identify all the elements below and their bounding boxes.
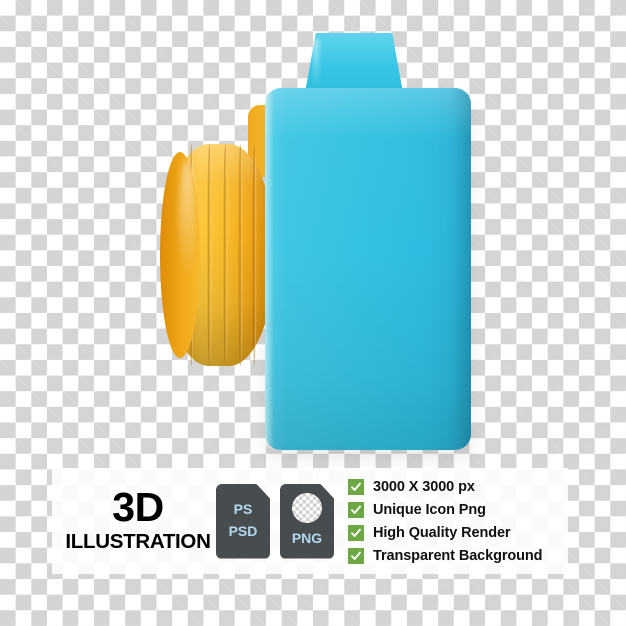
check-icon xyxy=(348,524,364,541)
png-icon-label: PNG xyxy=(291,529,323,546)
psd-file-icon: PS PSD xyxy=(216,483,270,559)
feature-label: 3000 X 3000 px xyxy=(373,478,475,495)
file-format-icons: PS PSD PNG xyxy=(216,483,334,559)
info-banner: 3D ILLUSTRATION PS PSD PNG 3000 X 3000 p… xyxy=(52,468,568,574)
camera-lens-barrel xyxy=(160,144,275,366)
feature-list: 3000 X 3000 px Unique Icon Png High Qual… xyxy=(348,476,543,566)
camera-body-shadow xyxy=(449,88,471,450)
camera-illustration xyxy=(0,0,626,470)
lens-highlight xyxy=(179,160,195,280)
feature-item: 3000 X 3000 px xyxy=(348,476,542,497)
feature-label: High Quality Render xyxy=(373,524,511,541)
lens-rib xyxy=(238,144,243,366)
feature-item: Transparent Background xyxy=(348,545,543,566)
png-file-icon: PNG xyxy=(280,483,334,559)
camera-viewfinder-hump xyxy=(305,33,403,93)
feature-label: Transparent Background xyxy=(373,547,543,564)
feature-label: Unique Icon Png xyxy=(373,501,486,518)
psd-icon-label-ps: PS xyxy=(233,501,253,518)
brand-block: 3D ILLUSTRATION xyxy=(52,487,212,555)
feature-item: High Quality Render xyxy=(348,522,542,543)
psd-icon-label-psd: PSD xyxy=(228,523,258,539)
camera-body xyxy=(265,88,471,450)
check-icon xyxy=(348,501,364,518)
transparent-canvas: 3D ILLUSTRATION PS PSD PNG 3000 X 3000 p… xyxy=(0,0,626,626)
brand-subtitle: ILLUSTRATION xyxy=(65,530,211,554)
transparency-swatch-icon xyxy=(292,492,322,523)
camera-body-highlight xyxy=(265,88,274,450)
brand-title: 3D xyxy=(112,484,164,531)
lens-rib xyxy=(252,144,257,366)
check-icon xyxy=(348,547,364,564)
lens-rib xyxy=(223,144,228,366)
check-icon xyxy=(348,478,364,495)
feature-item: Unique Icon Png xyxy=(348,499,542,520)
lens-rib xyxy=(207,144,212,366)
